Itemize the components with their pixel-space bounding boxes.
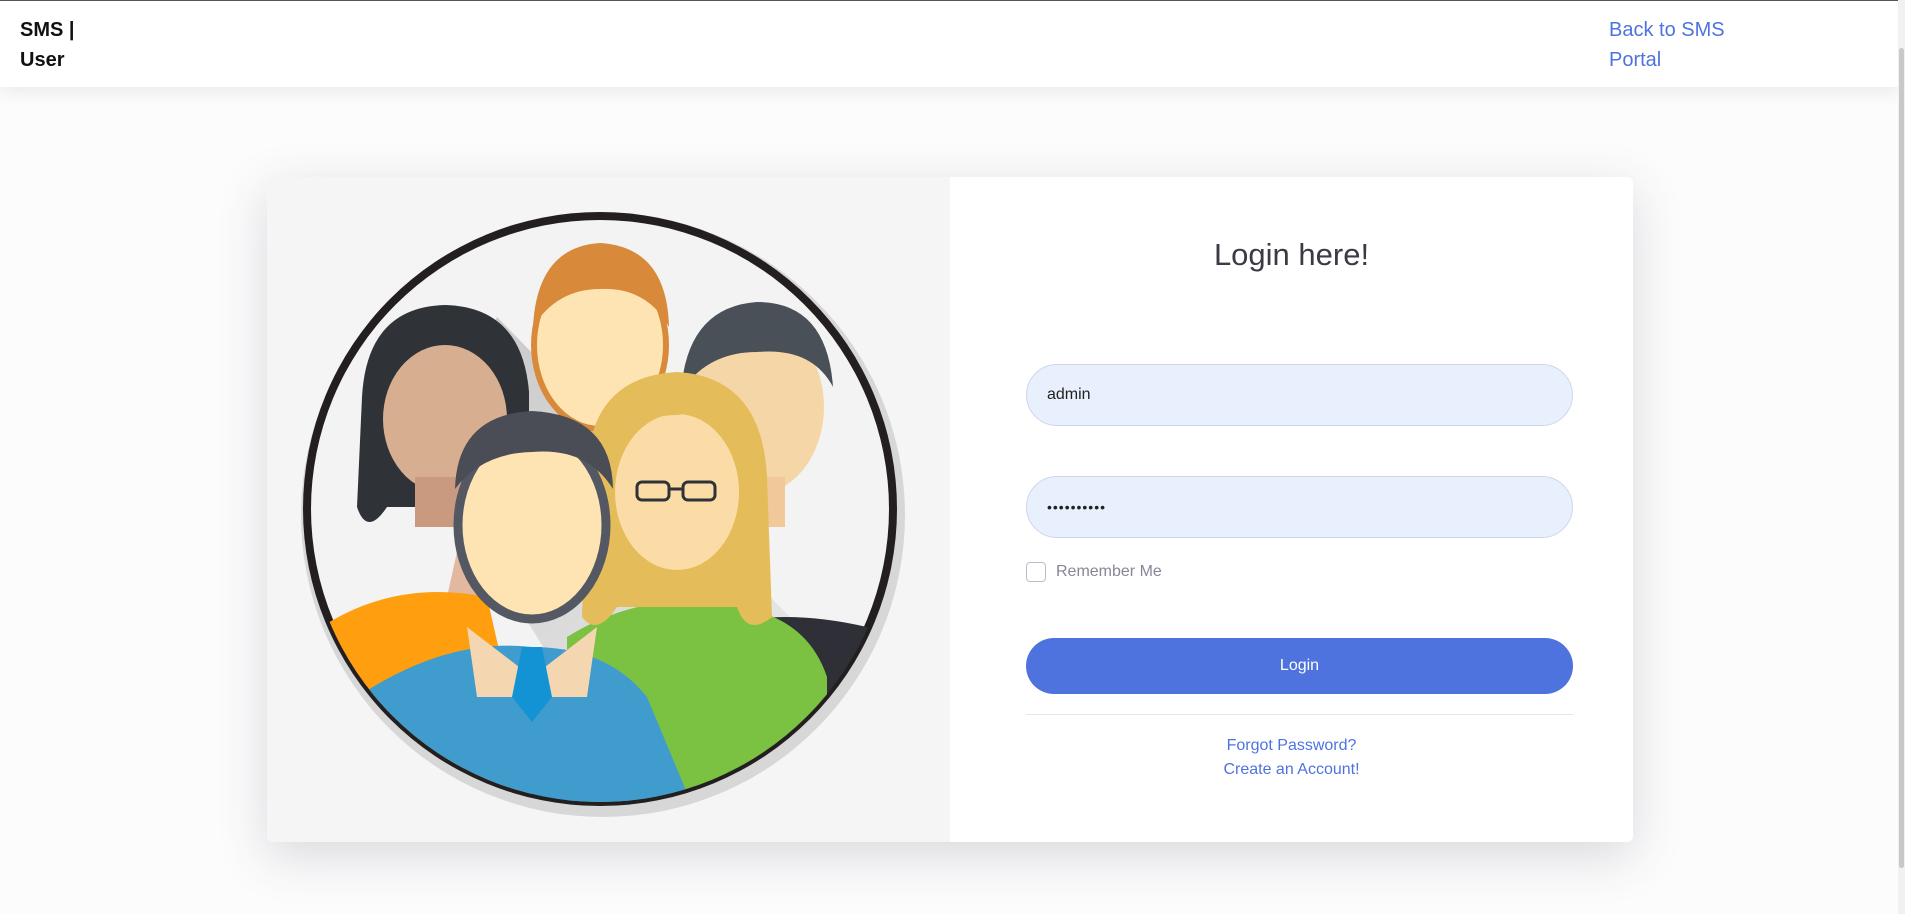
remember-me-row[interactable]: Remember Me (1026, 561, 1162, 583)
forgot-password-link[interactable]: Forgot Password? (950, 737, 1633, 755)
login-button[interactable]: Login (1026, 638, 1573, 694)
remember-me-checkbox[interactable] (1026, 562, 1046, 582)
brand-line-2: User (20, 49, 65, 71)
password-input[interactable] (1026, 476, 1573, 538)
top-navbar: SMS | User Back to SMS Portal (0, 0, 1902, 87)
create-account-link[interactable]: Create an Account! (950, 761, 1633, 779)
brand-title: SMS | User (20, 15, 100, 75)
login-form-panel: Login here! Remember Me Login Forgot Pas… (950, 177, 1633, 842)
brand-line-1: SMS | (20, 19, 75, 41)
back-link-line-1: Back to SMS (1609, 19, 1725, 41)
form-divider (1026, 714, 1573, 715)
scrollbar-thumb[interactable] (1899, 48, 1904, 868)
username-input[interactable] (1026, 364, 1573, 426)
back-to-portal-link[interactable]: Back to SMS Portal (1609, 15, 1749, 75)
back-link-line-2: Portal (1609, 49, 1662, 71)
login-card: Login here! Remember Me Login Forgot Pas… (267, 177, 1633, 842)
login-title: Login here! (1213, 237, 1370, 272)
login-illustration-panel (267, 177, 950, 842)
user-group-icon (301, 212, 905, 817)
remember-me-label[interactable]: Remember Me (1056, 563, 1162, 581)
page-scrollbar[interactable] (1898, 0, 1905, 914)
